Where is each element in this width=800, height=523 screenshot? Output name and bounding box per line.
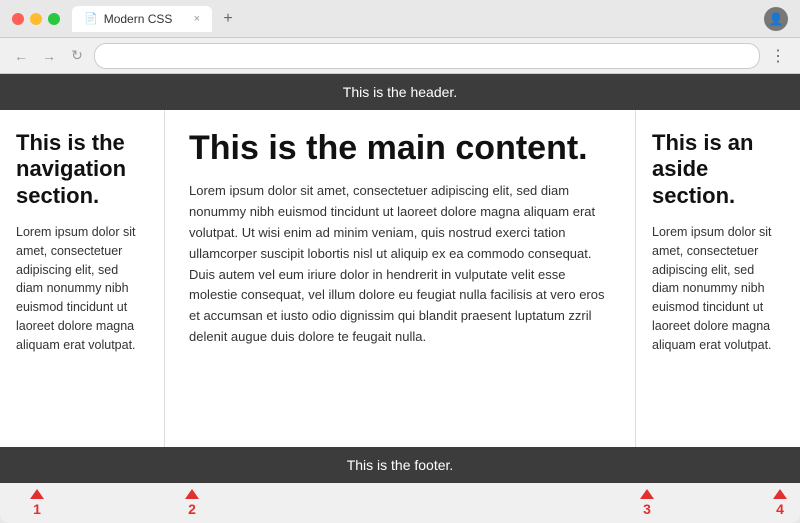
annotation-label-3: 3 (643, 501, 651, 517)
page-aside: This is an aside section. Lorem ipsum do… (635, 110, 800, 447)
reload-button[interactable]: ↻ (66, 45, 88, 67)
active-tab[interactable]: 📄 Modern CSS × (72, 6, 212, 32)
aside-body: Lorem ipsum dolor sit amet, consectetuer… (652, 223, 784, 354)
traffic-lights (12, 13, 60, 25)
maximize-button[interactable] (48, 13, 60, 25)
arrow-up-4 (773, 489, 787, 499)
page-body: This is the navigation section. Lorem ip… (0, 110, 800, 447)
main-heading: This is the main content. (189, 130, 611, 167)
annotation-label-4: 4 (776, 501, 784, 517)
annotation-label-2: 2 (188, 501, 196, 517)
page-footer: This is the footer. (0, 447, 800, 483)
page-main: This is the main content. Lorem ipsum do… (165, 110, 635, 447)
annotation-label-1: 1 (33, 501, 41, 517)
close-button[interactable] (12, 13, 24, 25)
tab-favicon: 📄 (84, 12, 98, 25)
page-header: This is the header. (0, 74, 800, 110)
nav-heading: This is the navigation section. (16, 130, 148, 209)
tab-close-button[interactable]: × (194, 13, 200, 25)
annotation-4: 4 (773, 489, 787, 517)
annotation-bar: 1 2 3 4 (0, 483, 800, 523)
arrow-up-2 (185, 489, 199, 499)
aside-heading: This is an aside section. (652, 130, 784, 209)
header-text: This is the header. (343, 84, 457, 100)
webpage: This is the header. This is the navigati… (0, 74, 800, 483)
nav-body: Lorem ipsum dolor sit amet, consectetuer… (16, 223, 148, 354)
browser-titlebar: 📄 Modern CSS × + 👤 (0, 0, 800, 38)
browser-toolbar: ← → ↻ ⋮ (0, 38, 800, 74)
annotation-1: 1 (30, 489, 44, 517)
tab-title: Modern CSS (104, 12, 173, 26)
main-body: Lorem ipsum dolor sit amet, consectetuer… (189, 181, 611, 347)
browser-window: 📄 Modern CSS × + 👤 ← → ↻ ⋮ This is the h… (0, 0, 800, 523)
page-nav: This is the navigation section. Lorem ip… (0, 110, 165, 447)
forward-button[interactable]: → (38, 45, 60, 67)
arrow-up-1 (30, 489, 44, 499)
annotation-3: 3 (640, 489, 654, 517)
new-tab-button[interactable]: + (216, 7, 240, 31)
back-button[interactable]: ← (10, 45, 32, 67)
annotation-2: 2 (185, 489, 199, 517)
tab-area: 📄 Modern CSS × + (72, 6, 764, 32)
user-icon[interactable]: 👤 (764, 7, 788, 31)
minimize-button[interactable] (30, 13, 42, 25)
address-bar[interactable] (94, 43, 760, 69)
footer-text: This is the footer. (347, 457, 454, 473)
arrow-up-3 (640, 489, 654, 499)
more-options-button[interactable]: ⋮ (766, 44, 790, 68)
